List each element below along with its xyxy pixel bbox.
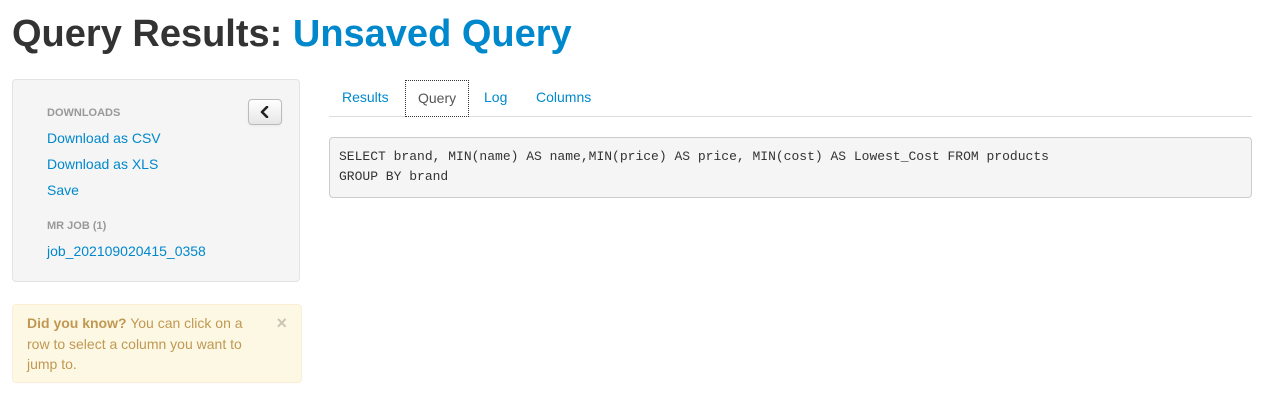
collapse-sidebar-button[interactable]: [248, 99, 282, 125]
chevron-left-icon: [260, 106, 269, 118]
query-text: SELECT brand, MIN(name) AS name,MIN(pric…: [329, 137, 1252, 198]
downloads-header: DOWNLOADS: [47, 107, 121, 119]
close-icon[interactable]: ×: [276, 313, 287, 333]
tab-query[interactable]: Query: [405, 80, 470, 117]
mr-job-link[interactable]: job_202109020415_0358: [47, 241, 206, 261]
tab-results[interactable]: Results: [330, 80, 401, 116]
download-xls-link[interactable]: Download as XLS: [47, 154, 158, 174]
tip-alert: Did you know? You can click on a row to …: [12, 304, 302, 383]
tip-title: Did you know?: [27, 315, 127, 331]
mr-job-header: MR JOB (1): [47, 220, 107, 232]
save-link[interactable]: Save: [47, 180, 79, 200]
tab-log[interactable]: Log: [472, 80, 519, 116]
download-csv-link[interactable]: Download as CSV: [47, 128, 161, 148]
tab-columns[interactable]: Columns: [524, 80, 603, 116]
page-title: Query Results: Unsaved Query: [12, 10, 572, 58]
query-name: Unsaved Query: [292, 13, 572, 55]
query-line-1: SELECT brand, MIN(name) AS name,MIN(pric…: [339, 149, 1049, 164]
query-line-2: GROUP BY brand: [339, 169, 449, 184]
result-tabs: Results Query Log Columns: [329, 80, 1252, 117]
sidebar: DOWNLOADS Download as CSV Download as XL…: [12, 79, 300, 282]
page-title-prefix: Query Results:: [12, 13, 283, 55]
